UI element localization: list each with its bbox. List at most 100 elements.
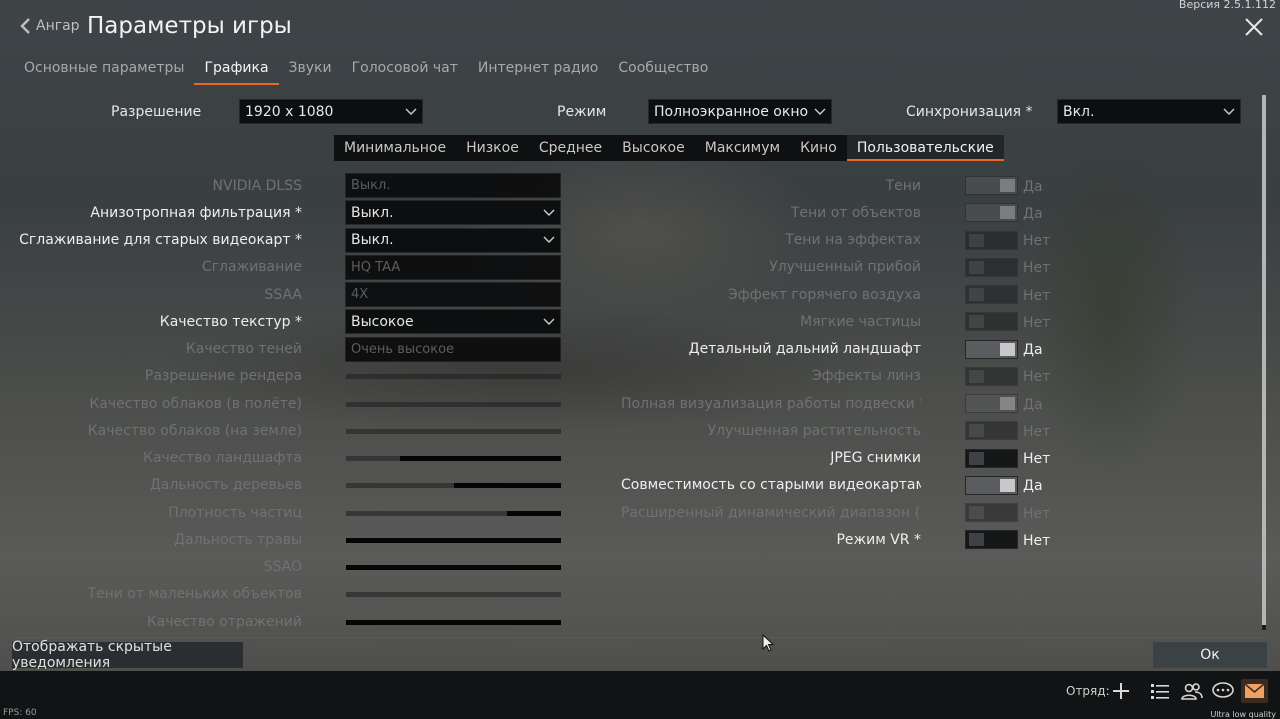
tab-0[interactable]: Основные параметры: [14, 55, 194, 85]
back-label: Ангар: [36, 18, 80, 34]
list-icon[interactable]: [1148, 680, 1172, 702]
sync-value: Вкл.: [1063, 103, 1095, 120]
mail-icon: [1244, 683, 1265, 698]
right-setting-value-6: Да: [1023, 342, 1043, 358]
left-setting-dropdown-1[interactable]: Выкл.: [345, 200, 561, 226]
chevron-down-icon: [543, 209, 555, 216]
right-setting-toggle-3[interactable]: [965, 257, 1018, 277]
left-setting-slider-10[interactable]: [346, 456, 561, 461]
left-setting-label-10: Качество ландшафта: [143, 450, 302, 466]
right-setting-toggle-8[interactable]: [965, 394, 1018, 413]
left-setting-label-13: Дальность травы: [174, 531, 302, 548]
footer-divider: [12, 637, 1268, 638]
right-setting-value-8: Да: [1023, 396, 1043, 413]
right-setting-value-3: Нет: [1023, 260, 1051, 277]
tab-2[interactable]: Звуки: [279, 55, 342, 85]
toggle-knob: [1000, 478, 1015, 492]
tab-4[interactable]: Интернет радио: [468, 55, 608, 85]
toggle-knob: [969, 451, 984, 465]
left-setting-dropdown-5[interactable]: Высокое: [345, 309, 561, 335]
right-setting-toggle-7[interactable]: [965, 366, 1018, 386]
left-setting-label-11: Дальность деревьев: [149, 477, 302, 494]
right-setting-toggle-5[interactable]: [965, 312, 1018, 332]
left-setting-label-1: Анизотропная фильтрация *: [90, 204, 302, 221]
left-setting-slider-8[interactable]: [346, 401, 561, 407]
mail-button[interactable]: [1241, 679, 1268, 703]
right-setting-toggle-11[interactable]: [965, 475, 1018, 495]
ok-button[interactable]: Ок: [1153, 642, 1267, 668]
right-setting-value-0: Да: [1023, 178, 1043, 195]
right-setting-toggle-6[interactable]: [965, 339, 1018, 359]
quality-presets: Минимальное Низкое Среднее Высокое Максимум К…: [334, 135, 1004, 161]
right-setting-label-11: Совместимость со старыми видеокартами *: [621, 477, 921, 494]
left-setting-slider-16[interactable]: [346, 619, 561, 625]
left-setting-label-12: Плотность частиц: [168, 504, 302, 521]
toggle-knob: [969, 533, 984, 547]
chevron-down-icon: [814, 108, 826, 115]
left-setting-slider-11[interactable]: [346, 483, 561, 489]
left-setting-slider-9[interactable]: [346, 428, 561, 434]
slider-fill: [399, 456, 561, 461]
back-to-hangar-button[interactable]: Ангар |: [18, 14, 96, 38]
slider-fill: [346, 619, 561, 625]
preset-2[interactable]: Среднее: [529, 135, 612, 161]
left-setting-slider-15[interactable]: [346, 592, 561, 598]
tab-5[interactable]: Сообщество: [608, 55, 718, 85]
preset-5[interactable]: Кино: [790, 135, 847, 161]
mode-dropdown[interactable]: Полноэкранное окно: [648, 99, 832, 124]
sync-dropdown[interactable]: Вкл.: [1057, 99, 1241, 124]
show-hidden-notifications-button[interactable]: Отображать скрытые уведомления: [12, 639, 243, 671]
contacts-icon[interactable]: [1180, 680, 1204, 702]
dropdown-value: Выкл.: [351, 232, 394, 248]
preset-6[interactable]: Пользовательские: [846, 135, 1004, 161]
toggle-knob: [1000, 342, 1015, 356]
left-setting-slider-13[interactable]: [346, 537, 561, 543]
tab-3[interactable]: Голосовой чат: [342, 55, 468, 85]
right-setting-toggle-12[interactable]: [965, 503, 1018, 522]
sync-label: Синхронизация *: [906, 104, 1033, 120]
preset-4[interactable]: Максимум: [695, 135, 790, 161]
right-setting-toggle-1[interactable]: [965, 203, 1018, 223]
left-setting-label-6: Качество теней: [185, 341, 302, 357]
right-setting-label-1: Тени от объектов: [790, 204, 921, 221]
mode-value: Полноэкранное окно: [654, 103, 809, 120]
right-setting-toggle-2[interactable]: [965, 230, 1018, 250]
mode-label: Режим: [557, 104, 607, 120]
preset-1[interactable]: Низкое: [456, 135, 529, 161]
slider-fill: [507, 510, 561, 516]
tab-1[interactable]: Графика: [194, 55, 279, 85]
right-setting-toggle-9[interactable]: [965, 421, 1018, 441]
right-setting-label-8: Полная визуализация работы подвески *: [621, 395, 921, 412]
right-setting-value-13: Нет: [1023, 532, 1051, 549]
preset-3[interactable]: Высокое: [612, 135, 695, 161]
right-setting-value-10: Нет: [1023, 451, 1051, 467]
right-setting-value-4: Нет: [1023, 287, 1051, 304]
scrollbar-thumb[interactable]: [1262, 95, 1266, 625]
left-setting-slider-12[interactable]: [346, 510, 561, 516]
resolution-dropdown[interactable]: 1920 x 1080: [239, 99, 423, 124]
left-setting-dropdown-2[interactable]: Выкл.: [345, 227, 561, 253]
right-setting-label-12: Расширенный динамический диапазон (HDR): [621, 504, 921, 521]
toggle-knob: [969, 260, 984, 274]
scrollbar[interactable]: [1262, 95, 1266, 630]
close-icon[interactable]: [1242, 15, 1266, 39]
preset-0[interactable]: Минимальное: [334, 135, 456, 161]
right-setting-toggle-10[interactable]: [965, 448, 1018, 468]
add-squad-icon[interactable]: [1109, 680, 1133, 702]
chevron-down-icon: [405, 108, 417, 115]
right-setting-value-7: Нет: [1023, 369, 1051, 386]
right-setting-toggle-13[interactable]: [965, 530, 1018, 550]
settings-tabs: Основные параметры Графика Звуки Голосовой …: [14, 55, 718, 85]
slider-fill: [453, 483, 561, 489]
right-setting-label-9: Улучшенная растительность: [707, 422, 921, 439]
right-setting-toggle-0[interactable]: [965, 176, 1018, 195]
right-setting-label-3: Улучшенный прибой: [769, 259, 921, 276]
right-setting-value-1: Да: [1023, 205, 1043, 222]
left-setting-slider-14[interactable]: [346, 565, 561, 570]
left-setting-label-5: Качество текстур *: [159, 313, 302, 330]
left-setting-slider-7[interactable]: [346, 374, 561, 380]
right-setting-toggle-4[interactable]: [965, 285, 1018, 304]
chevron-down-icon: [543, 236, 555, 243]
right-setting-label-0: Тени: [885, 177, 921, 194]
chat-icon[interactable]: [1211, 680, 1235, 702]
